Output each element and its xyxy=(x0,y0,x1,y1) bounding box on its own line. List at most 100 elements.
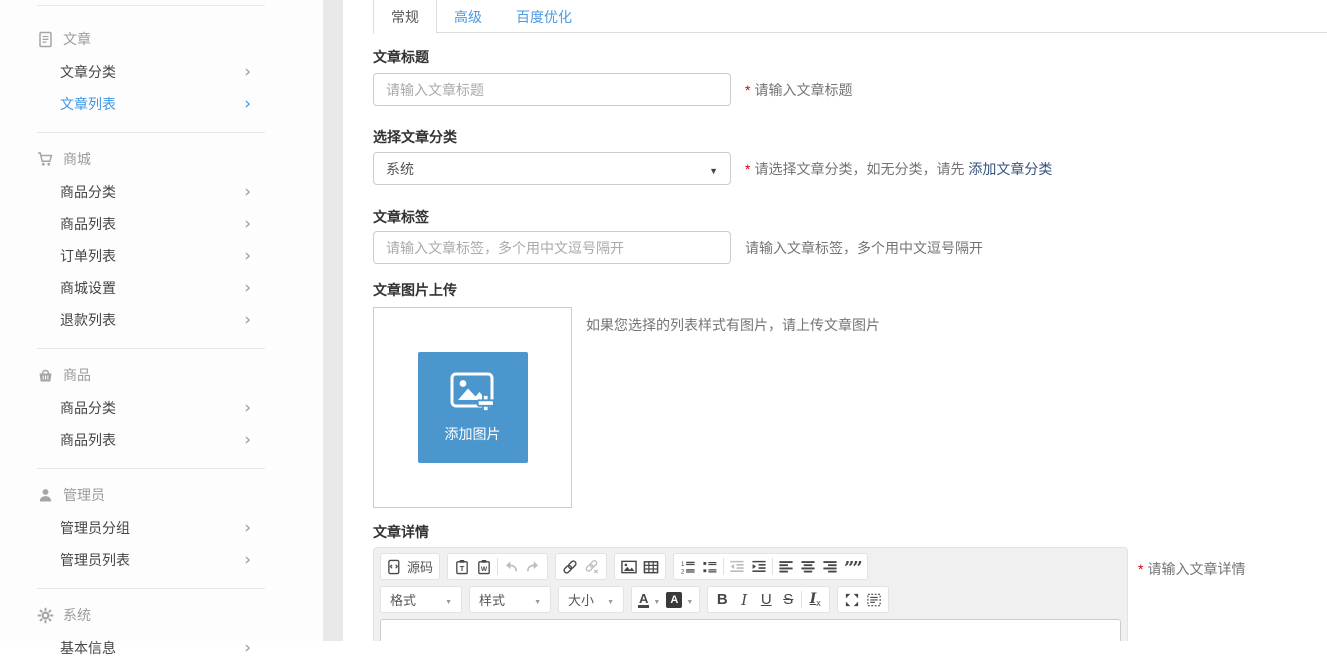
toolbar-group-basicstyles: B I U S xyxy=(707,586,830,613)
tab-baidu-seo[interactable]: 百度优化 xyxy=(499,0,589,33)
sidebar-item-label: 基本信息 xyxy=(60,638,116,658)
chevron-right-icon xyxy=(244,552,251,569)
unlink-button[interactable] xyxy=(581,554,603,579)
remove-format-button[interactable] xyxy=(804,587,826,612)
strikethrough-button[interactable]: S xyxy=(777,587,799,612)
editor-toolbar-row-1: 源码 T W xyxy=(380,553,1121,580)
sidebar-item-label: 订单列表 xyxy=(60,246,116,266)
background-color-button[interactable] xyxy=(663,587,696,612)
image-upload-dropzone[interactable]: 添加图片 xyxy=(373,307,572,508)
maximize-button[interactable] xyxy=(841,587,863,612)
align-center-button[interactable] xyxy=(797,554,819,579)
size-dropdown[interactable]: 大小 xyxy=(562,587,620,612)
italic-button[interactable]: I xyxy=(733,587,755,612)
align-left-icon xyxy=(778,559,794,575)
align-center-icon xyxy=(800,559,816,575)
article-category-label: 选择文章分类 xyxy=(373,127,1327,147)
paste-as-text-button[interactable]: T xyxy=(451,554,473,579)
add-article-category-link[interactable]: 添加文章分类 xyxy=(968,161,1052,177)
numbered-list-button[interactable]: 12 xyxy=(677,554,699,579)
sidebar-item-goods-list[interactable]: 商品列表 xyxy=(0,208,323,240)
sidebar-item-goods-category[interactable]: 商品分类 xyxy=(0,176,323,208)
sidebar-item-order-list[interactable]: 订单列表 xyxy=(0,240,323,272)
article-category-select[interactable]: 系统 xyxy=(373,152,731,185)
blockquote-button[interactable] xyxy=(841,554,864,579)
tab-advanced[interactable]: 高级 xyxy=(437,0,499,33)
add-image-button[interactable]: 添加图片 xyxy=(418,352,528,463)
sidebar-item-mall-settings[interactable]: 商城设置 xyxy=(0,272,323,304)
sidebar-item-basic-info[interactable]: 基本信息 xyxy=(0,632,323,664)
decrease-indent-button[interactable] xyxy=(726,554,748,579)
sidebar-group-products[interactable]: 商品 xyxy=(37,358,323,392)
sidebar-group-system[interactable]: 系统 xyxy=(37,598,323,632)
sidebar-item-label: 商品列表 xyxy=(60,430,116,450)
sidebar-item-label: 管理员列表 xyxy=(60,550,130,570)
show-blocks-icon xyxy=(866,592,882,608)
article-detail-row: 源码 T W xyxy=(373,547,1327,641)
redo-button[interactable] xyxy=(522,554,544,579)
sidebar-item-label: 退款列表 xyxy=(60,310,116,330)
align-right-button[interactable] xyxy=(819,554,841,579)
sidebar-divider xyxy=(37,348,265,349)
article-title-input[interactable] xyxy=(373,73,731,106)
sidebar-group-admins[interactable]: 管理员 xyxy=(37,478,323,512)
show-blocks-button[interactable] xyxy=(863,587,885,612)
text-color-button[interactable] xyxy=(635,587,663,612)
sidebar-group-articles[interactable]: 文章 xyxy=(37,22,323,56)
increase-indent-button[interactable] xyxy=(748,554,770,579)
sidebar-item-label: 商城设置 xyxy=(60,278,116,298)
article-category-row: 系统 *请选择文章分类，如无分类，请先 添加文章分类 xyxy=(373,152,1327,185)
undo-button[interactable] xyxy=(500,554,522,579)
sidebar-item-admin-groups[interactable]: 管理员分组 xyxy=(0,512,323,544)
sidebar-group-label: 文章 xyxy=(63,29,91,49)
toolbar-group-links xyxy=(555,553,607,580)
tab-label: 高级 xyxy=(454,7,482,27)
sidebar-item-article-category[interactable]: 文章分类 xyxy=(0,56,323,88)
article-detail-label: 文章详情 xyxy=(373,522,1327,542)
sidebar-group-label: 系统 xyxy=(63,605,91,625)
link-button[interactable] xyxy=(559,554,581,579)
sidebar-group-mall[interactable]: 商城 xyxy=(37,142,323,176)
toolbar-group-size: 大小 xyxy=(558,586,624,613)
svg-text:W: W xyxy=(481,566,488,573)
chevron-right-icon xyxy=(244,184,251,201)
sidebar-item-admin-list[interactable]: 管理员列表 xyxy=(0,544,323,576)
article-tags-input[interactable] xyxy=(373,231,731,264)
hint-text: 请输入文章标签，多个用中文逗号隔开 xyxy=(745,240,983,256)
bulleted-list-button[interactable] xyxy=(699,554,721,579)
insert-table-button[interactable] xyxy=(640,554,662,579)
toolbar-group-format: 格式 xyxy=(380,586,462,613)
maximize-icon xyxy=(844,592,860,608)
underline-button[interactable]: U xyxy=(755,587,777,612)
background-color-icon xyxy=(666,592,682,608)
sidebar-item-product-category[interactable]: 商品分类 xyxy=(0,392,323,424)
align-left-button[interactable] xyxy=(775,554,797,579)
tab-bar: 常规 高级 百度优化 xyxy=(373,0,1327,33)
image-icon xyxy=(621,559,637,575)
editor-content-area[interactable] xyxy=(380,619,1121,641)
style-dropdown[interactable]: 样式 xyxy=(473,587,547,612)
file-text-icon xyxy=(37,31,54,48)
sidebar-item-label: 文章列表 xyxy=(60,94,116,114)
sidebar-item-article-list[interactable]: 文章列表 xyxy=(0,88,323,120)
toolbar-separator xyxy=(801,591,802,608)
user-icon xyxy=(37,487,54,504)
format-dropdown[interactable]: 格式 xyxy=(384,587,458,612)
bulleted-list-icon xyxy=(702,559,718,575)
source-button-label: 源码 xyxy=(407,557,433,576)
caret-down-icon xyxy=(445,592,452,607)
insert-image-button[interactable] xyxy=(618,554,640,579)
tab-general[interactable]: 常规 xyxy=(373,0,437,34)
article-title-hint: *请输入文章标题 xyxy=(745,80,852,100)
sidebar-item-label: 商品分类 xyxy=(60,182,116,202)
bold-button[interactable]: B xyxy=(711,587,733,612)
source-button[interactable]: 源码 xyxy=(384,554,436,579)
caret-down-icon xyxy=(653,592,660,607)
increase-indent-icon xyxy=(751,559,767,575)
sidebar-item-refund-list[interactable]: 退款列表 xyxy=(0,304,323,336)
paste-from-word-button[interactable]: W xyxy=(473,554,495,579)
toolbar-group-source: 源码 xyxy=(380,553,440,580)
sidebar-item-product-list[interactable]: 商品列表 xyxy=(0,424,323,456)
chevron-right-icon xyxy=(244,640,251,657)
sidebar-section-mall: 商城 商品分类 商品列表 订单列表 商城设置 退款列表 xyxy=(0,132,323,336)
